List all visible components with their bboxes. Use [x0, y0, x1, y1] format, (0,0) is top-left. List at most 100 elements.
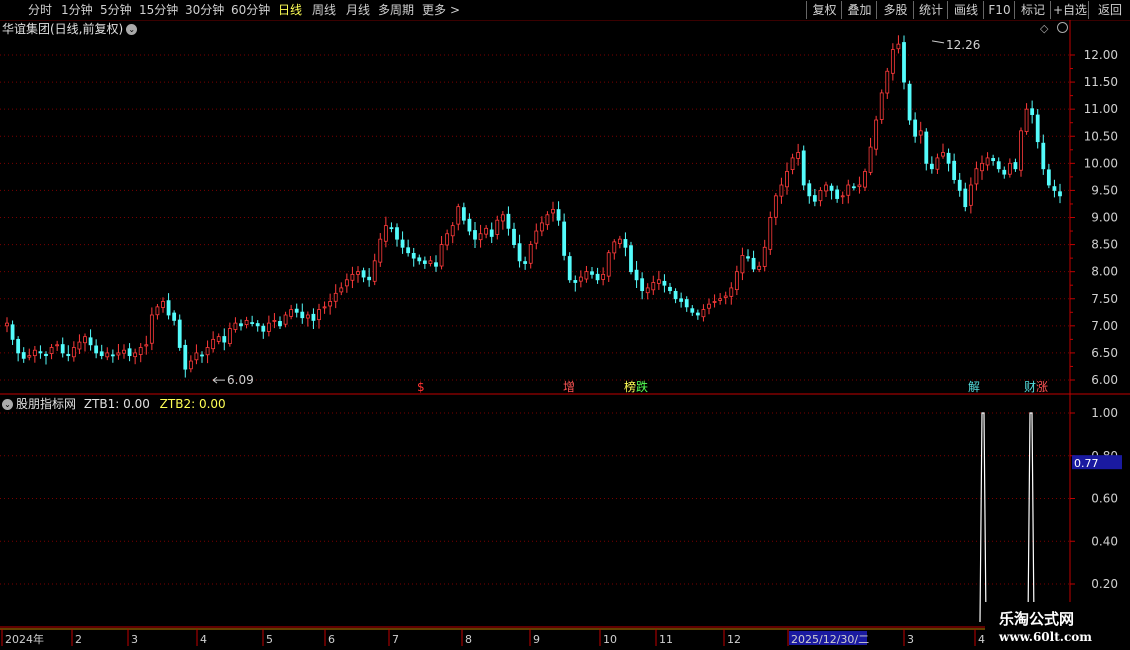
candle [289, 304, 294, 320]
candle [935, 153, 940, 174]
candle-body [963, 188, 968, 208]
price-tick-label: 10.50 [1084, 129, 1118, 143]
candle-body [629, 245, 633, 273]
watermark: 乐淘公式网 www.60lt.com [985, 602, 1130, 650]
candle-body [383, 225, 388, 242]
candle [88, 329, 93, 351]
candle-body [311, 313, 316, 321]
candle-body [300, 311, 305, 319]
candle-body [155, 306, 160, 316]
candle [952, 153, 957, 184]
candle [556, 201, 561, 226]
time-tick-label: 2024年 [5, 632, 44, 646]
candle-body [149, 314, 154, 344]
candle [144, 335, 149, 355]
candle-body [372, 260, 377, 282]
event-marker: $ [417, 380, 425, 394]
candle-body [974, 168, 979, 185]
candle-body [695, 312, 700, 316]
candle-body [924, 131, 929, 164]
candle-body [913, 119, 918, 137]
candle-body [495, 219, 500, 235]
candle [1035, 109, 1040, 149]
candle [361, 267, 366, 283]
candle-body [1007, 162, 1012, 175]
candle [617, 235, 622, 249]
candle [21, 347, 26, 363]
candle [1046, 163, 1051, 189]
candle-body [651, 282, 656, 291]
candle-body [110, 354, 115, 357]
time-tick-label: 11 [659, 633, 673, 646]
candle-body [623, 239, 628, 248]
price-tick-label: 9.50 [1091, 183, 1118, 197]
candle [712, 294, 717, 308]
candle-body [868, 146, 873, 173]
candle-body [595, 273, 600, 281]
candle [812, 188, 817, 207]
candle-body [367, 276, 372, 281]
candle [578, 270, 583, 288]
candle [216, 333, 221, 345]
candle [645, 283, 650, 300]
candle [807, 179, 812, 204]
candle-body [812, 195, 817, 202]
candle [333, 284, 338, 309]
candle-body [668, 286, 672, 292]
candle [149, 307, 154, 351]
candle-body [617, 238, 622, 245]
candle [495, 215, 500, 240]
candle [885, 67, 890, 99]
candle-body [846, 184, 851, 196]
candle [1058, 183, 1062, 204]
candle-body [584, 271, 589, 280]
candle-body [807, 183, 812, 197]
candle-body [523, 261, 528, 264]
candle-body [467, 218, 472, 232]
time-tick-label: 4 [200, 633, 207, 646]
candle [896, 35, 901, 54]
price-tick-label: 11.00 [1084, 102, 1118, 116]
candle-body [439, 244, 444, 267]
time-tick-label: 6 [328, 633, 335, 646]
high-marker-label: 12.26 [946, 38, 980, 52]
candle [233, 317, 238, 333]
candle-body [762, 246, 767, 267]
candle-body [122, 349, 126, 354]
candle [662, 274, 667, 293]
price-tick-label: 9.00 [1091, 211, 1118, 225]
candle [846, 179, 851, 204]
candle [523, 256, 528, 270]
candle-body [445, 233, 450, 246]
candle-body [211, 338, 216, 350]
candle [244, 316, 249, 329]
candle [183, 339, 188, 378]
price-tick-label: 8.00 [1091, 265, 1118, 279]
candle [94, 339, 99, 359]
candle [116, 343, 121, 360]
candle-body [517, 243, 522, 262]
candle-body [662, 280, 667, 286]
candle [534, 223, 539, 250]
candle-body [138, 347, 143, 355]
candle [400, 231, 405, 254]
candle-body [94, 345, 99, 354]
candle-body [227, 328, 232, 345]
candle-body [239, 323, 243, 327]
candle [740, 247, 745, 281]
watermark-title: 乐淘公式网 [999, 610, 1075, 628]
candle-body [890, 49, 895, 74]
chart-canvas[interactable]: 6.00 6.50 7.00 7.50 8.00 8.50 9.00 9.50 10.00 10.… [0, 0, 1130, 650]
candle-body [718, 298, 723, 301]
candle [166, 293, 171, 320]
candle [913, 112, 918, 143]
candle-body [991, 158, 996, 162]
candle-body [545, 214, 550, 226]
candle [395, 223, 399, 247]
candle [99, 344, 104, 360]
price-tick-label: 7.00 [1091, 319, 1118, 333]
candle-body [539, 222, 544, 232]
candle-body [356, 271, 360, 275]
candle [773, 193, 778, 226]
candle-body [918, 130, 923, 136]
